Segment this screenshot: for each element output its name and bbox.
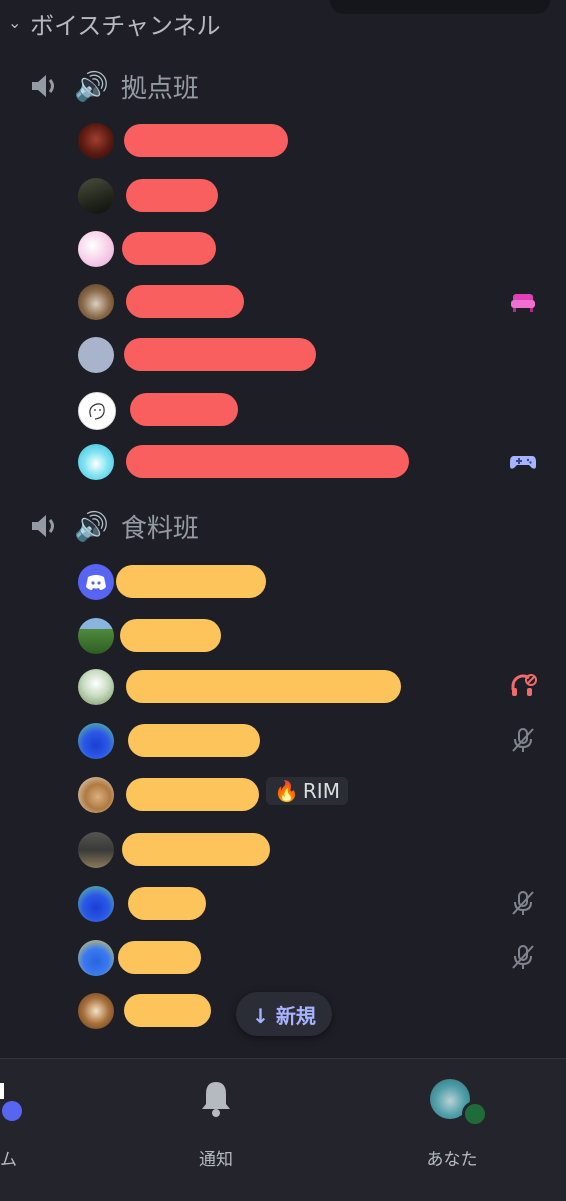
- voice-member[interactable]: [78, 121, 558, 161]
- user-avatar[interactable]: [78, 231, 114, 267]
- voice-channel-1[interactable]: 🔊 拠点班: [28, 66, 199, 106]
- voice-member[interactable]: [78, 721, 558, 761]
- voice-member[interactable]: [78, 616, 558, 656]
- voice-member[interactable]: [78, 442, 558, 482]
- notification-dot-icon: [2, 1101, 22, 1121]
- redacted-username: [116, 565, 266, 598]
- redacted-username: [126, 285, 244, 318]
- redacted-username: [124, 338, 316, 371]
- redacted-username: [126, 179, 218, 212]
- redacted-username: [120, 619, 221, 652]
- nav-you-label: あなた: [426, 1150, 478, 1170]
- user-avatar[interactable]: [78, 886, 114, 922]
- game-controller-icon: [510, 456, 536, 469]
- voice-member[interactable]: [78, 335, 558, 375]
- muted-mic-icon: [512, 891, 534, 915]
- channel-name: 拠点班: [120, 73, 199, 104]
- user-avatar[interactable]: [78, 777, 114, 813]
- redacted-username: [126, 445, 409, 478]
- user-avatar[interactable]: [78, 337, 114, 373]
- redacted-username: [126, 778, 259, 811]
- redacted-username: [124, 124, 288, 157]
- user-avatar[interactable]: [78, 723, 114, 759]
- user-avatar[interactable]: [78, 123, 114, 159]
- channel-name: 食料班: [120, 513, 199, 544]
- activity-sofa-icon: [511, 294, 535, 312]
- user-avatar[interactable]: [78, 940, 114, 976]
- user-avatar[interactable]: [78, 669, 114, 705]
- speaker-icon: [32, 515, 54, 537]
- chevron-down-icon: ⌄: [8, 12, 22, 32]
- user-avatar[interactable]: [78, 832, 114, 868]
- redacted-username: [130, 393, 238, 426]
- redacted-username: [122, 232, 216, 265]
- redacted-username: [126, 670, 401, 703]
- nav-notifications-tab[interactable]: 通知: [176, 1077, 256, 1177]
- voice-member[interactable]: [78, 229, 558, 269]
- jump-to-new-button[interactable]: ↓ 新規: [236, 992, 332, 1036]
- bell-icon: [202, 1082, 230, 1117]
- game-badge[interactable]: 🔥 RIM: [266, 777, 348, 805]
- deafened-icon: [511, 674, 537, 696]
- badge-label: RIM: [302, 779, 340, 803]
- top-overlay: [330, 0, 550, 14]
- user-avatar[interactable]: [78, 618, 114, 654]
- online-status-icon: [462, 1101, 488, 1127]
- voice-member[interactable]: [78, 884, 558, 924]
- fire-icon: 🔥: [274, 779, 299, 803]
- nav-home-label: ム: [0, 1150, 17, 1170]
- muted-mic-icon: [512, 945, 534, 969]
- voice-member[interactable]: [78, 938, 558, 978]
- voice-member[interactable]: 🔥 RIM: [78, 775, 558, 815]
- speaker-icon: [32, 75, 54, 97]
- redacted-username: [124, 994, 211, 1027]
- home-indicator: [0, 1083, 4, 1099]
- user-avatar[interactable]: [78, 444, 114, 480]
- loud-speaker-emoji-icon: 🔊: [74, 69, 109, 103]
- category-label: ボイスチャンネル: [30, 11, 221, 40]
- redacted-username: [128, 887, 206, 920]
- voice-member[interactable]: [78, 176, 558, 216]
- nav-you-tab[interactable]: あなた: [412, 1077, 492, 1177]
- discord-logo-icon: [86, 575, 106, 590]
- voice-member[interactable]: [78, 390, 558, 430]
- redacted-username: [122, 833, 270, 866]
- user-avatar[interactable]: [78, 284, 114, 320]
- loud-speaker-emoji-icon: 🔊: [74, 509, 109, 543]
- voice-member[interactable]: [78, 830, 558, 870]
- voice-category-header[interactable]: ⌄ ボイスチャンネル: [8, 6, 221, 40]
- redacted-username: [118, 941, 201, 974]
- voice-member[interactable]: [78, 667, 558, 707]
- voice-member[interactable]: [78, 282, 558, 322]
- voice-channel-2[interactable]: 🔊 食料班: [28, 506, 199, 546]
- user-avatar[interactable]: [78, 993, 114, 1029]
- nav-home-tab[interactable]: ム: [0, 1077, 40, 1177]
- muted-mic-icon: [512, 728, 534, 752]
- voice-member[interactable]: [78, 562, 558, 602]
- redacted-username: [128, 724, 260, 757]
- bottom-navigation: ム 通知 あなた: [0, 1058, 566, 1201]
- user-avatar[interactable]: [78, 178, 114, 214]
- sketch-face-icon: [89, 403, 105, 420]
- user-avatar[interactable]: [78, 564, 114, 600]
- user-avatar[interactable]: [78, 392, 116, 430]
- nav-notifications-label: 通知: [199, 1150, 233, 1170]
